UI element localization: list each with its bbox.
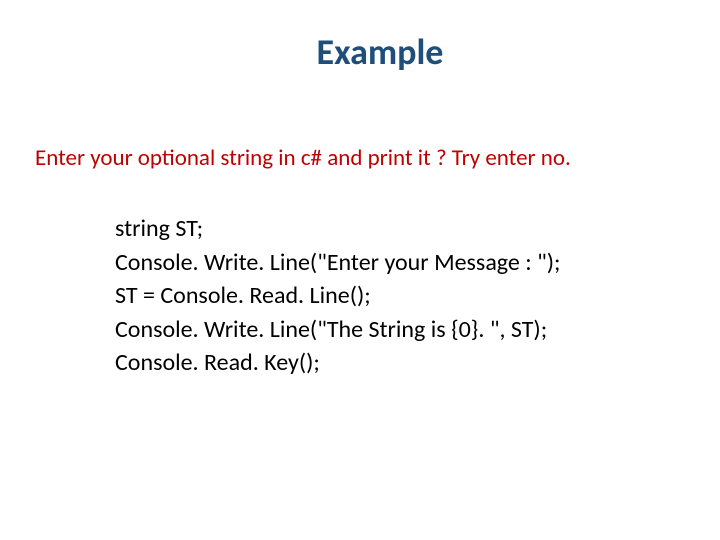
code-line-3: ST = Console. Read. Line();	[115, 279, 680, 313]
code-block: string ST; Console. Write. Line("Enter y…	[115, 212, 680, 380]
code-line-1: string ST;	[115, 212, 680, 246]
code-line-2: Console. Write. Line("Enter your Message…	[115, 246, 680, 280]
slide-subtitle: Enter your optional string in c# and pri…	[35, 144, 680, 172]
slide-container: Example Enter your optional string in c#…	[0, 0, 720, 540]
slide-title: Example	[80, 30, 680, 74]
code-line-5: Console. Read. Key();	[115, 346, 680, 380]
code-line-4: Console. Write. Line("The String is {0}.…	[115, 313, 680, 347]
